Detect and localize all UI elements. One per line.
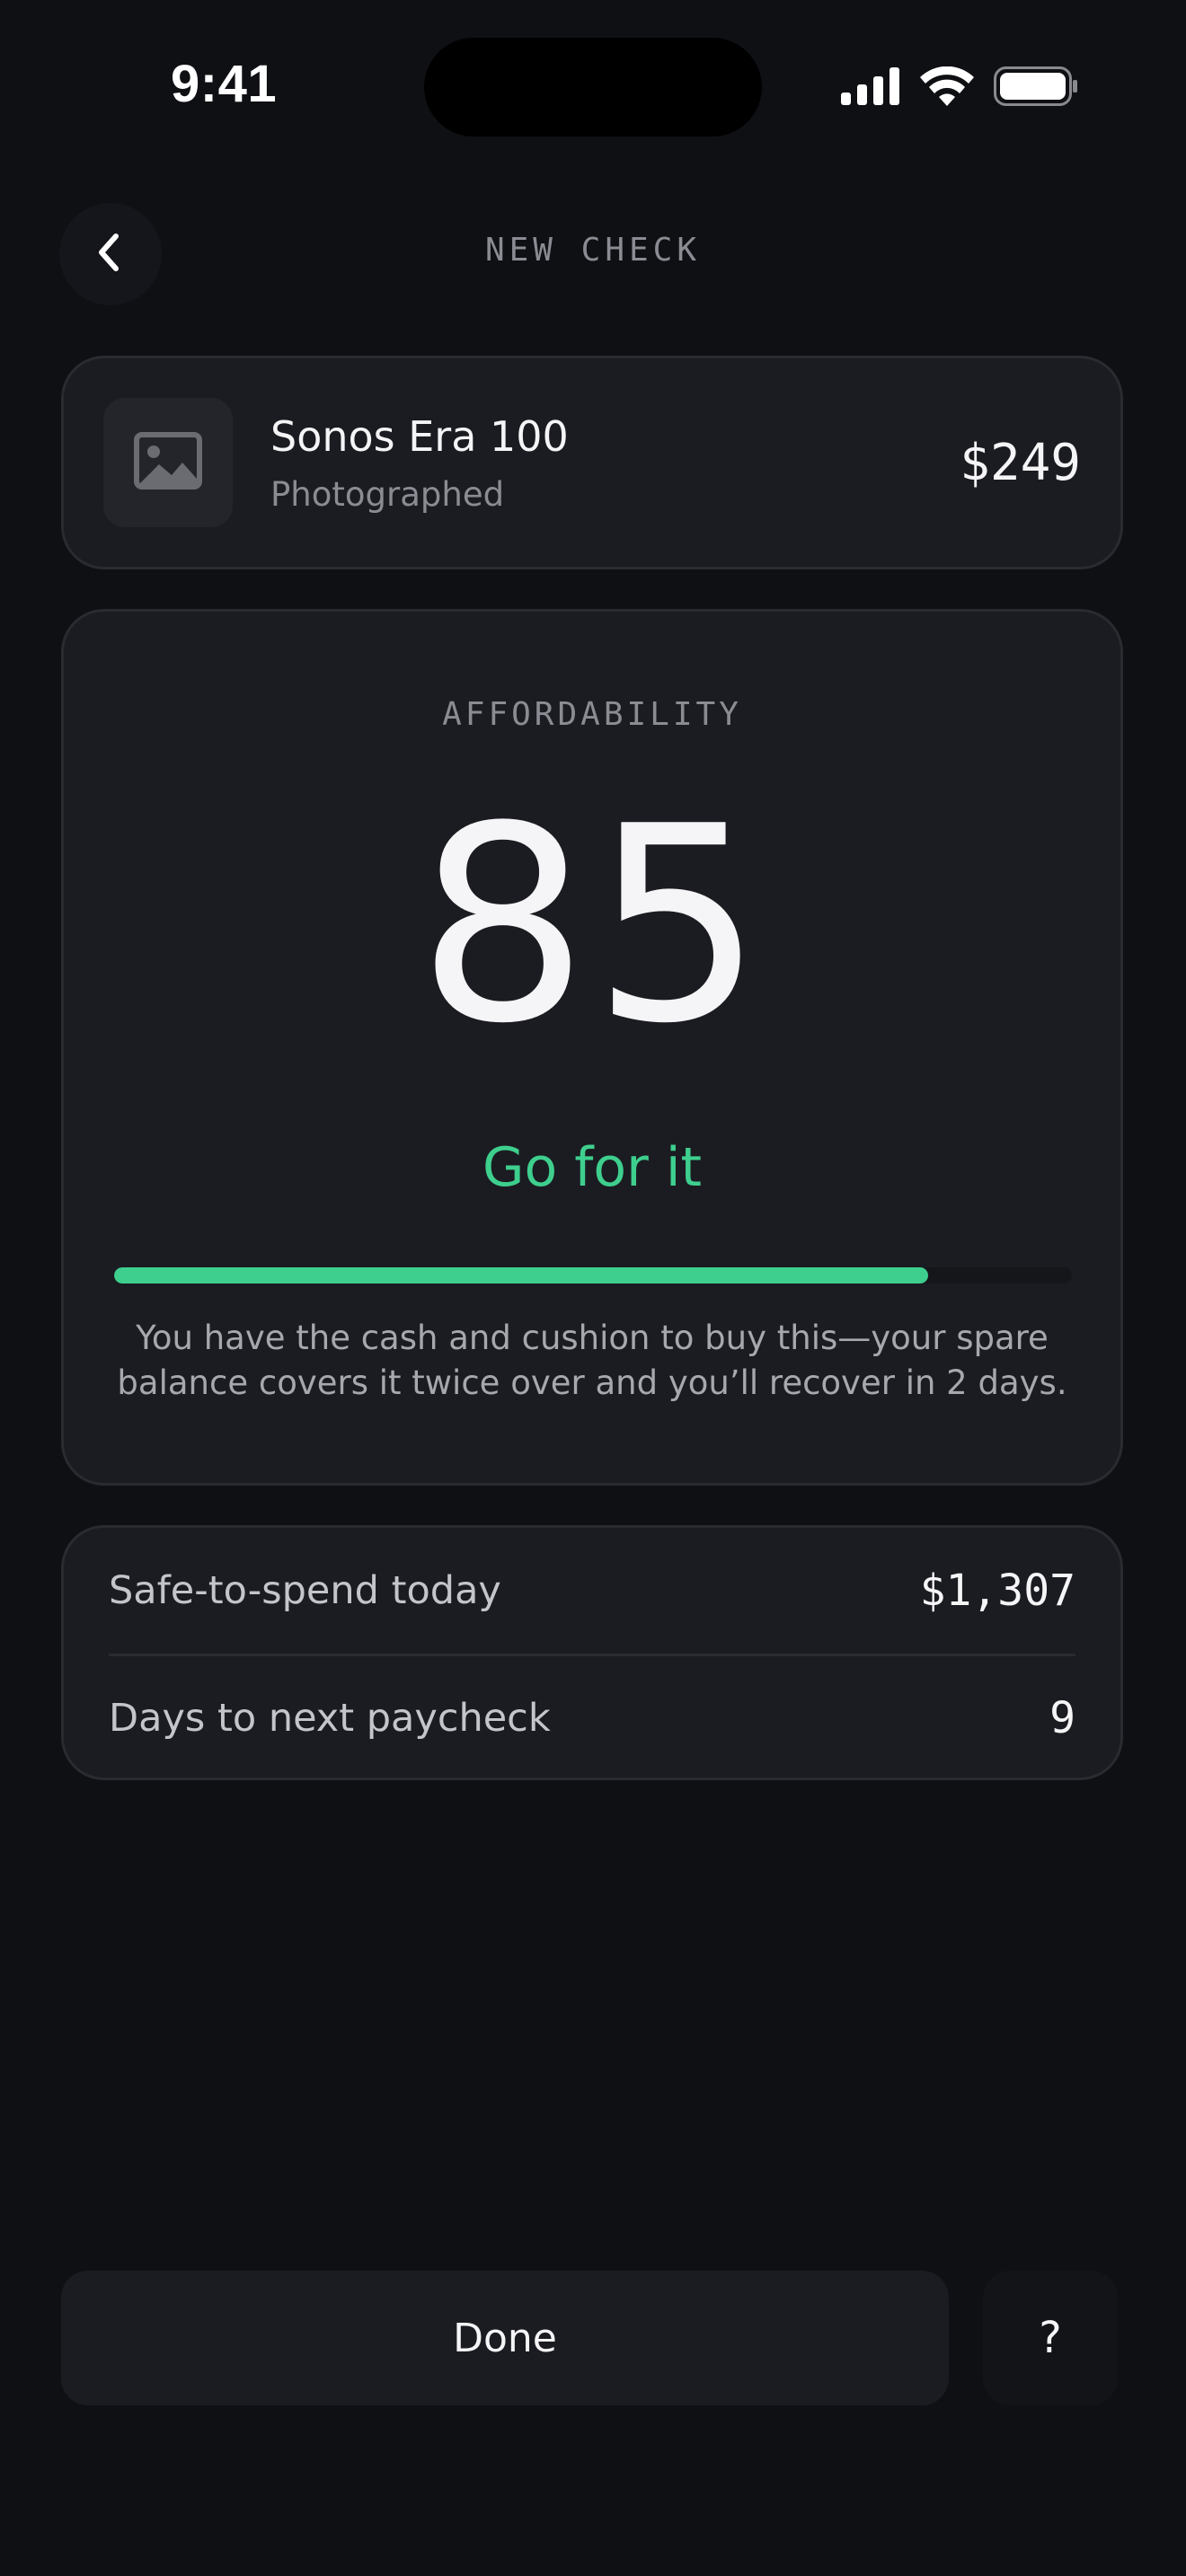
affordability-progress-fill bbox=[114, 1267, 929, 1284]
stat-label: Days to next paycheck bbox=[109, 1696, 551, 1741]
affordability-card: AFFORDABILITY 85 Go for it You have the … bbox=[61, 609, 1123, 1486]
product-name: Sonos Era 100 bbox=[270, 412, 569, 461]
stat-value: 9 bbox=[1049, 1693, 1075, 1743]
affordability-description: You have the cash and cushion to buy thi… bbox=[117, 1319, 1067, 1402]
status-bar: 9:41 bbox=[0, 0, 1186, 171]
affordability-verdict: Go for it bbox=[482, 1136, 703, 1199]
dynamic-island bbox=[424, 38, 762, 137]
image-placeholder-icon bbox=[134, 432, 202, 493]
stat-label: Safe-to-spend today bbox=[109, 1568, 501, 1613]
affordability-progress-track bbox=[114, 1267, 1072, 1284]
stats-card: Safe-to-spend today $1,307 Days to next … bbox=[61, 1525, 1123, 1780]
status-time: 9:41 bbox=[171, 55, 278, 113]
status-icons bbox=[841, 66, 1078, 110]
stat-row-days-to-paycheck: Days to next paycheck 9 bbox=[109, 1655, 1075, 1781]
cellular-signal-icon bbox=[841, 67, 900, 109]
product-subtitle: Photographed bbox=[270, 475, 505, 514]
stat-value: $1,307 bbox=[919, 1566, 1075, 1616]
product-thumbnail bbox=[103, 398, 233, 527]
affordability-label: AFFORDABILITY bbox=[442, 696, 742, 733]
page-title: NEW CHECK bbox=[484, 232, 702, 269]
done-button[interactable]: Done bbox=[61, 2271, 949, 2405]
wifi-icon bbox=[920, 66, 974, 110]
product-price: $249 bbox=[960, 434, 1081, 492]
battery-icon bbox=[994, 66, 1078, 110]
stat-row-safe-to-spend: Safe-to-spend today $1,307 bbox=[109, 1528, 1075, 1656]
product-card[interactable]: Sonos Era 100 Photographed $249 bbox=[61, 356, 1123, 569]
help-button[interactable]: ? bbox=[983, 2271, 1118, 2405]
affordability-score: 85 bbox=[417, 769, 767, 1082]
